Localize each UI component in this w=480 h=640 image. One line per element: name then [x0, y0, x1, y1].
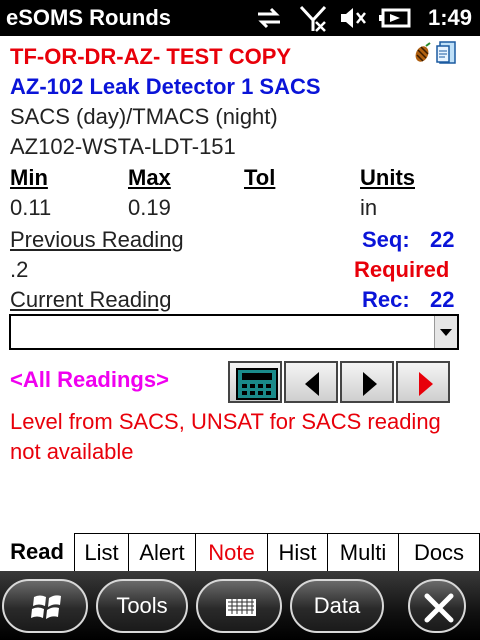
rec-label: Rec:: [362, 287, 410, 312]
keyboard-button[interactable]: [196, 579, 282, 633]
current-reading-label: Current Reading: [10, 287, 172, 312]
no-signal-icon: [299, 5, 327, 32]
min-label: Min: [10, 165, 48, 190]
tab-bar: Read List Alert Note Hist Multi Docs: [0, 533, 480, 571]
tools-button[interactable]: Tools: [96, 579, 188, 633]
tab-multi[interactable]: Multi: [327, 533, 398, 571]
close-button[interactable]: [408, 579, 466, 633]
seq-label: Seq:: [362, 227, 410, 252]
start-button[interactable]: [2, 579, 88, 633]
tab-alert[interactable]: Alert: [128, 533, 195, 571]
tab-note[interactable]: Note: [195, 533, 267, 571]
previous-reading-value: .2: [10, 257, 29, 282]
all-readings-link[interactable]: <All Readings>: [10, 367, 169, 393]
max-label: Max: [128, 165, 171, 190]
close-icon: [424, 593, 454, 623]
status-bar: eSOMS Rounds 1:49: [0, 0, 480, 36]
pinecone-icon[interactable]: [414, 42, 432, 64]
windows-logo-icon: [31, 595, 61, 619]
round-title: TF-OR-DR-AZ- TEST COPY: [10, 44, 292, 69]
current-reading-select[interactable]: [9, 314, 459, 350]
seq-value: 22: [430, 227, 455, 252]
reading-note-line2: not available: [10, 439, 134, 464]
tab-read[interactable]: Read: [0, 533, 74, 571]
tab-hist[interactable]: Hist: [267, 533, 327, 571]
max-value: 0.19: [128, 195, 171, 220]
keyboard-icon: [226, 599, 256, 616]
calculator-icon: [236, 368, 278, 400]
equipment-id: AZ102-WSTA-LDT-151: [10, 134, 236, 159]
tab-docs[interactable]: Docs: [398, 533, 480, 571]
tol-label: Tol: [244, 165, 276, 190]
calculator-button[interactable]: [228, 361, 282, 403]
next-required-button[interactable]: [396, 361, 450, 403]
arrow-right-icon: [363, 372, 377, 396]
document-icon[interactable]: [436, 40, 458, 66]
next-button[interactable]: [340, 361, 394, 403]
units-value: in: [360, 195, 378, 220]
reading-note-line1: Level from SACS, UNSAT for SACS reading: [10, 409, 441, 434]
sync-icon: [258, 7, 280, 29]
chevron-down-icon[interactable]: [434, 316, 457, 348]
tab-list[interactable]: List: [74, 533, 128, 571]
speaker-mute-icon: [341, 8, 366, 28]
app-title: eSOMS Rounds: [6, 5, 172, 30]
clock-time: 1:49: [427, 5, 472, 30]
bottom-bar: Tools Data: [0, 571, 480, 640]
units-label: Units: [360, 165, 415, 190]
min-value: 0.11: [10, 195, 52, 220]
arrow-right-red-icon: [419, 372, 433, 396]
rec-value: 22: [430, 287, 455, 312]
arrow-left-icon: [305, 372, 319, 396]
data-button[interactable]: Data: [290, 579, 384, 633]
previous-reading-label: Previous Reading: [10, 227, 184, 252]
required-indicator: Required: [354, 257, 450, 282]
battery-icon: [379, 8, 411, 28]
source-description: SACS (day)/TMACS (night): [10, 104, 278, 129]
component-title: AZ-102 Leak Detector 1 SACS: [10, 74, 321, 99]
previous-button[interactable]: [284, 361, 338, 403]
